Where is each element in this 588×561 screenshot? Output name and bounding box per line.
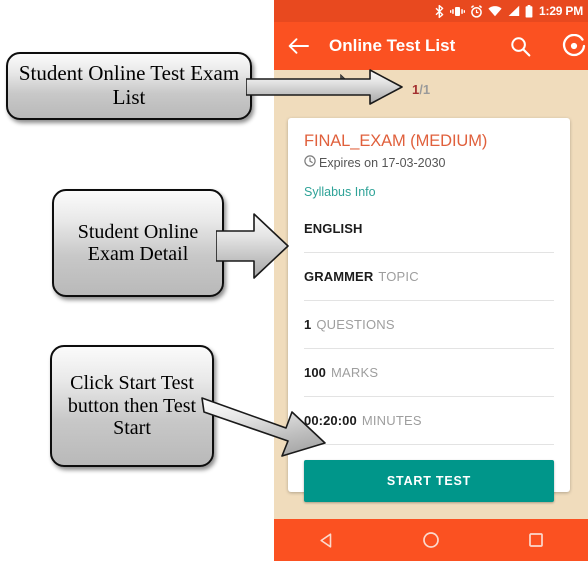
pager-count: 1/1 bbox=[412, 82, 430, 97]
signal-icon bbox=[507, 5, 520, 17]
questions-value: 1 bbox=[304, 317, 312, 332]
marks-value: 100 bbox=[304, 365, 326, 380]
phone-screen: 1:29 PM Online Test List 1/1 FINAL_EXAM … bbox=[274, 0, 588, 561]
app-bar-title: Online Test List bbox=[329, 36, 456, 55]
detail-row-marks: 100 MARKS bbox=[304, 349, 554, 397]
vibrate-icon bbox=[450, 5, 466, 18]
wifi-icon bbox=[488, 5, 502, 17]
detail-row-minutes: 00:20:00 MINUTES bbox=[304, 397, 554, 445]
pager-total: /1 bbox=[419, 82, 431, 97]
syllabus-info-link[interactable]: Syllabus Info bbox=[304, 185, 554, 199]
minutes-value: 00:20:00 bbox=[304, 413, 357, 428]
subject-value: ENGLISH bbox=[304, 221, 363, 236]
mouse-cursor-icon bbox=[340, 74, 350, 88]
battery-icon bbox=[525, 4, 533, 18]
alarm-icon bbox=[470, 4, 483, 18]
back-triangle-icon[interactable] bbox=[308, 525, 344, 555]
clock-icon bbox=[304, 154, 316, 172]
search-icon[interactable] bbox=[508, 34, 532, 58]
recents-square-icon[interactable] bbox=[518, 525, 554, 555]
app-bar: Online Test List bbox=[274, 22, 588, 88]
annotation-callout-exam-detail: Student Online Exam Detail bbox=[52, 189, 224, 297]
minutes-label: MINUTES bbox=[361, 413, 422, 428]
expiry-row: Expires on 17-03-2030 bbox=[304, 154, 554, 172]
status-time: 1:29 PM bbox=[539, 4, 583, 18]
detail-row-questions: 1 QUESTIONS bbox=[304, 301, 554, 349]
detail-row-subject: ENGLISH bbox=[304, 205, 554, 253]
bluetooth-icon bbox=[434, 4, 445, 18]
topic-value: GRAMMER bbox=[304, 269, 374, 284]
marks-label: MARKS bbox=[331, 365, 379, 380]
questions-label: QUESTIONS bbox=[316, 317, 395, 332]
home-circle-icon[interactable] bbox=[413, 525, 449, 555]
navigation-bar bbox=[274, 519, 588, 561]
detail-row-topic: GRAMMER TOPIC bbox=[304, 253, 554, 301]
expiry-text: Expires on 17-03-2030 bbox=[319, 156, 446, 170]
back-arrow-icon[interactable] bbox=[286, 34, 310, 58]
start-test-button[interactable]: START TEST bbox=[304, 460, 554, 502]
topic-label: TOPIC bbox=[378, 269, 419, 284]
annotation-callout-exam-list: Student Online Test Exam List bbox=[6, 52, 252, 120]
exam-title: FINAL_EXAM (MEDIUM) bbox=[304, 132, 488, 150]
refresh-icon[interactable] bbox=[562, 34, 586, 58]
annotation-callout-start-test: Click Start Test button then Test Start bbox=[50, 345, 214, 467]
status-bar: 1:29 PM bbox=[274, 0, 588, 22]
exam-card[interactable]: FINAL_EXAM (MEDIUM) Expires on 17-03-203… bbox=[288, 118, 570, 502]
